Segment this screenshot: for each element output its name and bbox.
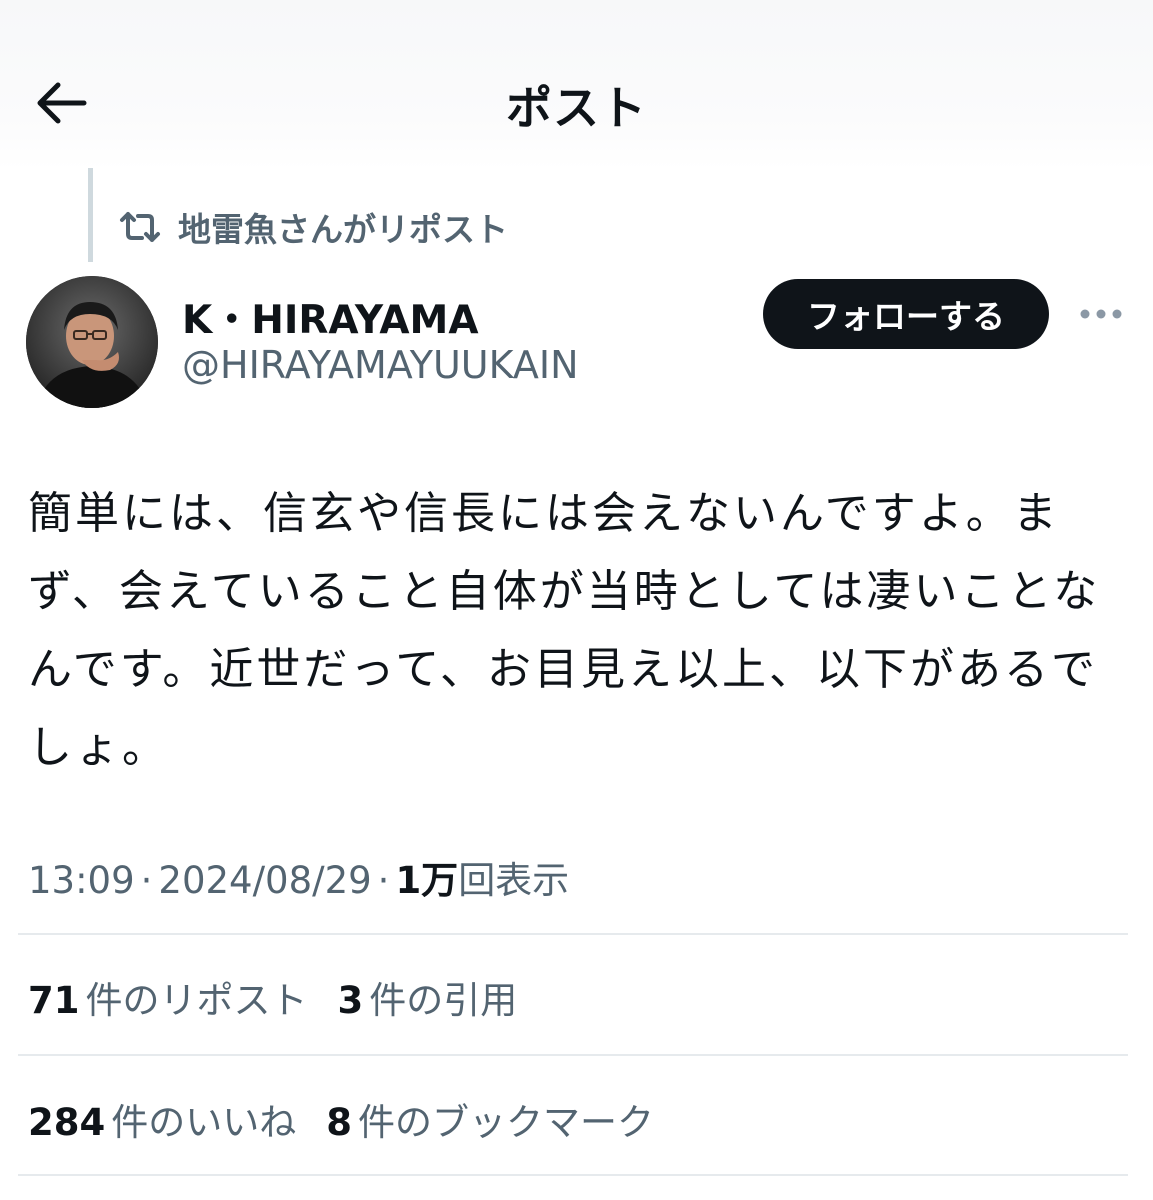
- divider: [18, 1054, 1128, 1056]
- author-display-name[interactable]: K・HIRAYAMA: [182, 289, 479, 345]
- bookmarks-stat[interactable]: 8 件のブックマーク: [326, 1092, 654, 1146]
- follow-button[interactable]: フォローする: [763, 279, 1049, 349]
- bookmarks-label: 件のブックマーク: [357, 1101, 654, 1144]
- view-count: 1万: [395, 859, 459, 902]
- thread-line: [88, 168, 93, 262]
- post-time: 13:09: [28, 859, 135, 902]
- quotes-stat[interactable]: 3 件の引用: [338, 970, 518, 1024]
- divider: [18, 1174, 1128, 1176]
- engagement-row: 71 件のリポスト 3 件の引用: [28, 970, 547, 1024]
- view-label: 回表示: [458, 859, 570, 902]
- page-title: ポスト: [506, 81, 647, 135]
- repost-indicator[interactable]: 地雷魚さんがリポスト: [118, 203, 508, 251]
- engagement-row: 284 件のいいね 8 件のブックマーク: [28, 1092, 684, 1146]
- more-button[interactable]: [1073, 296, 1129, 332]
- reposts-label: 件のリポスト: [85, 979, 308, 1022]
- reposts-stat[interactable]: 71 件のリポスト: [28, 970, 308, 1024]
- likes-label: 件のいいね: [111, 1101, 297, 1144]
- author-handle: @HIRAYAMAYUUKAIN: [182, 343, 579, 387]
- reposts-count: 71: [28, 979, 80, 1022]
- divider: [18, 933, 1128, 935]
- post-date: 2024/08/29: [158, 859, 372, 902]
- likes-stat[interactable]: 284 件のいいね: [28, 1092, 296, 1146]
- repost-label: 地雷魚さんがリポスト: [178, 210, 508, 249]
- post-text: 簡単には、信玄や信長には会えないんですよ。まず、会えていること自体が当時としては…: [28, 488, 1101, 773]
- avatar[interactable]: [26, 276, 158, 408]
- bookmarks-count: 8: [326, 1101, 352, 1144]
- likes-count: 284: [28, 1101, 106, 1144]
- repost-icon: [120, 212, 160, 242]
- more-icon: [1080, 309, 1122, 319]
- post-meta: 13:09 · 2024/08/29 · 1万回表示: [28, 859, 570, 902]
- quotes-label: 件の引用: [369, 979, 518, 1022]
- quotes-count: 3: [337, 979, 364, 1022]
